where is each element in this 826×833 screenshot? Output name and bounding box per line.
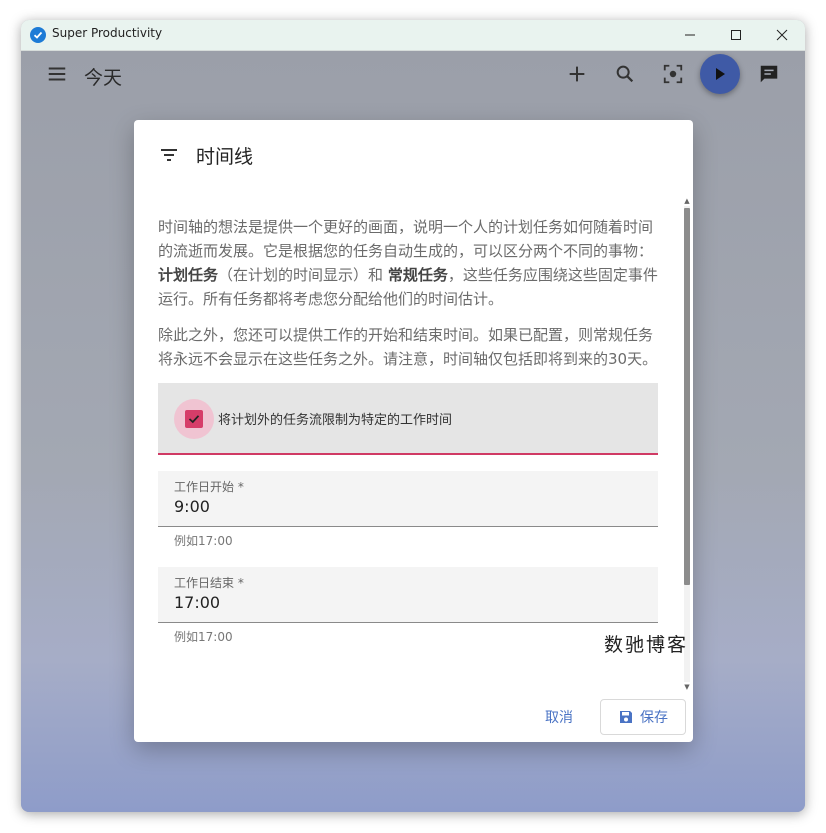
work-end-input[interactable]: 17:00 — [174, 593, 220, 612]
maximize-button[interactable] — [713, 20, 759, 50]
dialog-body: 时间轴的想法是提供一个更好的画面，说明一个人的计划任务如何随着时间的流逝而发展。… — [158, 215, 658, 690]
work-start-field[interactable]: 工作日开始 * 9:00 — [158, 471, 658, 527]
close-window-button[interactable] — [759, 20, 805, 50]
focus-icon — [663, 64, 683, 84]
work-end-label: 工作日结束 * — [174, 576, 244, 590]
scroll-thumb[interactable] — [684, 208, 690, 585]
dialog-scrollbar[interactable]: ▲ ▼ — [683, 198, 691, 691]
cancel-button[interactable]: 取消 — [534, 706, 584, 730]
save-label: 保存 — [640, 710, 668, 726]
dialog-title: 时间线 — [196, 146, 254, 168]
save-icon — [620, 711, 632, 723]
timeline-dialog: 时间线 时间轴的想法是提供一个更好的画面，说明一个人的计划任务如何随着时间的流逝… — [134, 120, 693, 742]
add-task-button[interactable] — [563, 60, 591, 88]
checkbox-label: 将计划外的任务流限制为特定的工作时间 — [218, 413, 453, 428]
notes-button[interactable] — [755, 60, 783, 88]
limit-work-hours-checkbox[interactable] — [185, 410, 203, 428]
work-hours-paragraph: 除此之外，您还可以提供工作的开始和结束时间。如果已配置，则常规任务将永远不会显示… — [158, 326, 658, 368]
watermark-text: 数驰博客 — [604, 634, 689, 656]
work-start-hint: 例如17:00 — [174, 534, 233, 548]
focus-mode-button[interactable] — [659, 60, 687, 88]
close-icon — [776, 29, 788, 41]
work-start-input[interactable]: 9:00 — [174, 497, 210, 516]
check-icon — [188, 415, 200, 424]
work-end-field[interactable]: 工作日结束 * 17:00 — [158, 567, 658, 623]
search-button[interactable] — [611, 60, 639, 88]
scheduled-tasks-term: 计划任务 — [158, 266, 219, 284]
work-end-hint: 例如17:00 — [174, 630, 233, 644]
filter-icon — [161, 149, 177, 161]
page-title: 今天 — [84, 67, 123, 89]
chat-icon — [760, 65, 778, 83]
scroll-up-icon[interactable]: ▲ — [684, 198, 690, 205]
play-icon — [716, 68, 725, 80]
save-button[interactable]: 保存 — [600, 699, 686, 735]
app-logo-icon — [30, 27, 46, 43]
search-icon — [616, 65, 634, 83]
dialog-header: 时间线 — [134, 120, 693, 190]
desc-text-1: 时间轴的想法是提供一个更好的画面，说明一个人的计划任务如何随着时间的流逝而发展。… — [158, 218, 654, 260]
play-button[interactable] — [700, 54, 740, 94]
description-paragraph: 时间轴的想法是提供一个更好的画面，说明一个人的计划任务如何随着时间的流逝而发展。… — [158, 215, 658, 311]
maximize-icon — [731, 30, 741, 40]
add-icon — [569, 66, 585, 82]
main-toolbar: 今天 — [21, 51, 805, 101]
regular-tasks-term: 常规任务 — [387, 266, 448, 284]
menu-button[interactable] — [43, 60, 71, 88]
minimize-icon — [685, 34, 695, 36]
desc-text-2: （在计划的时间显示）和 — [218, 266, 384, 284]
minimize-button[interactable] — [667, 20, 713, 50]
work-start-label: 工作日开始 * — [174, 480, 244, 494]
title-bar: Super Productivity — [21, 20, 805, 51]
menu-icon — [48, 67, 66, 81]
window-title: Super Productivity — [52, 26, 163, 40]
limit-work-hours-checkbox-row[interactable]: 将计划外的任务流限制为特定的工作时间 — [158, 383, 658, 455]
scroll-down-icon[interactable]: ▼ — [684, 684, 690, 691]
